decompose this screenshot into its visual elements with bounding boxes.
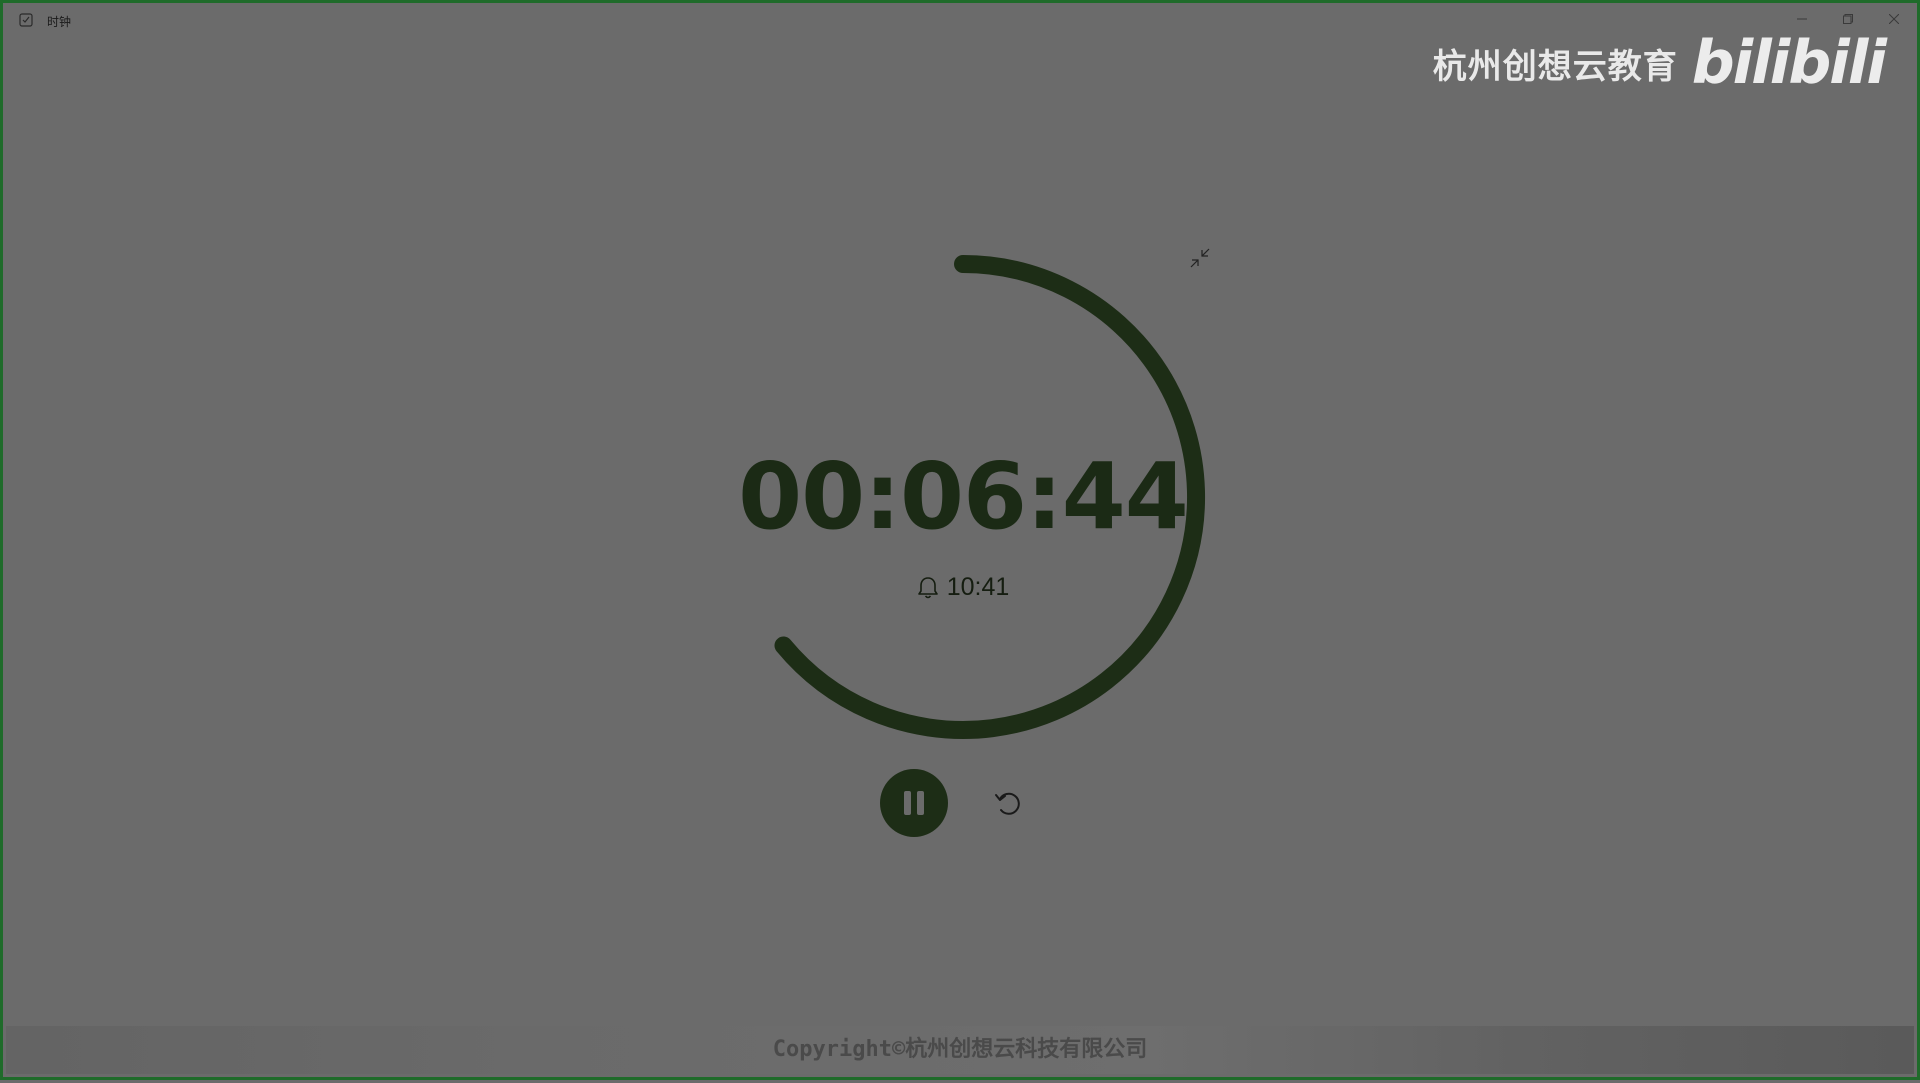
watermark: 杭州创想云教育 bilibili: [1432, 28, 1887, 98]
pause-icon: [904, 791, 924, 815]
watermark-org: 杭州创想云教育: [1432, 46, 1678, 87]
minimize-icon: [1797, 18, 1807, 20]
reset-icon: [995, 792, 1020, 815]
clock-app-icon: [19, 13, 33, 27]
clock-window: 时钟 杭州创想云教育 bilibili 00:06:44 10:41 Copyr…: [0, 0, 1920, 1080]
copyright-text: Copyright©杭州创想云科技有限公司: [772, 1037, 1148, 1062]
reset-button[interactable]: [990, 785, 1026, 821]
bilibili-logo: bilibili: [1691, 28, 1887, 98]
timer-remaining: 00:06:44: [738, 443, 1189, 550]
alarm-time: 10:41: [863, 573, 1063, 602]
close-icon: [1889, 14, 1899, 24]
bell-icon: [917, 576, 938, 598]
app-title: 时钟: [47, 15, 72, 29]
collapse-icon[interactable]: [1189, 247, 1211, 269]
maximize-icon: [1843, 14, 1853, 24]
alarm-time-label: 10:41: [946, 573, 1010, 601]
pause-button[interactable]: [880, 769, 948, 837]
